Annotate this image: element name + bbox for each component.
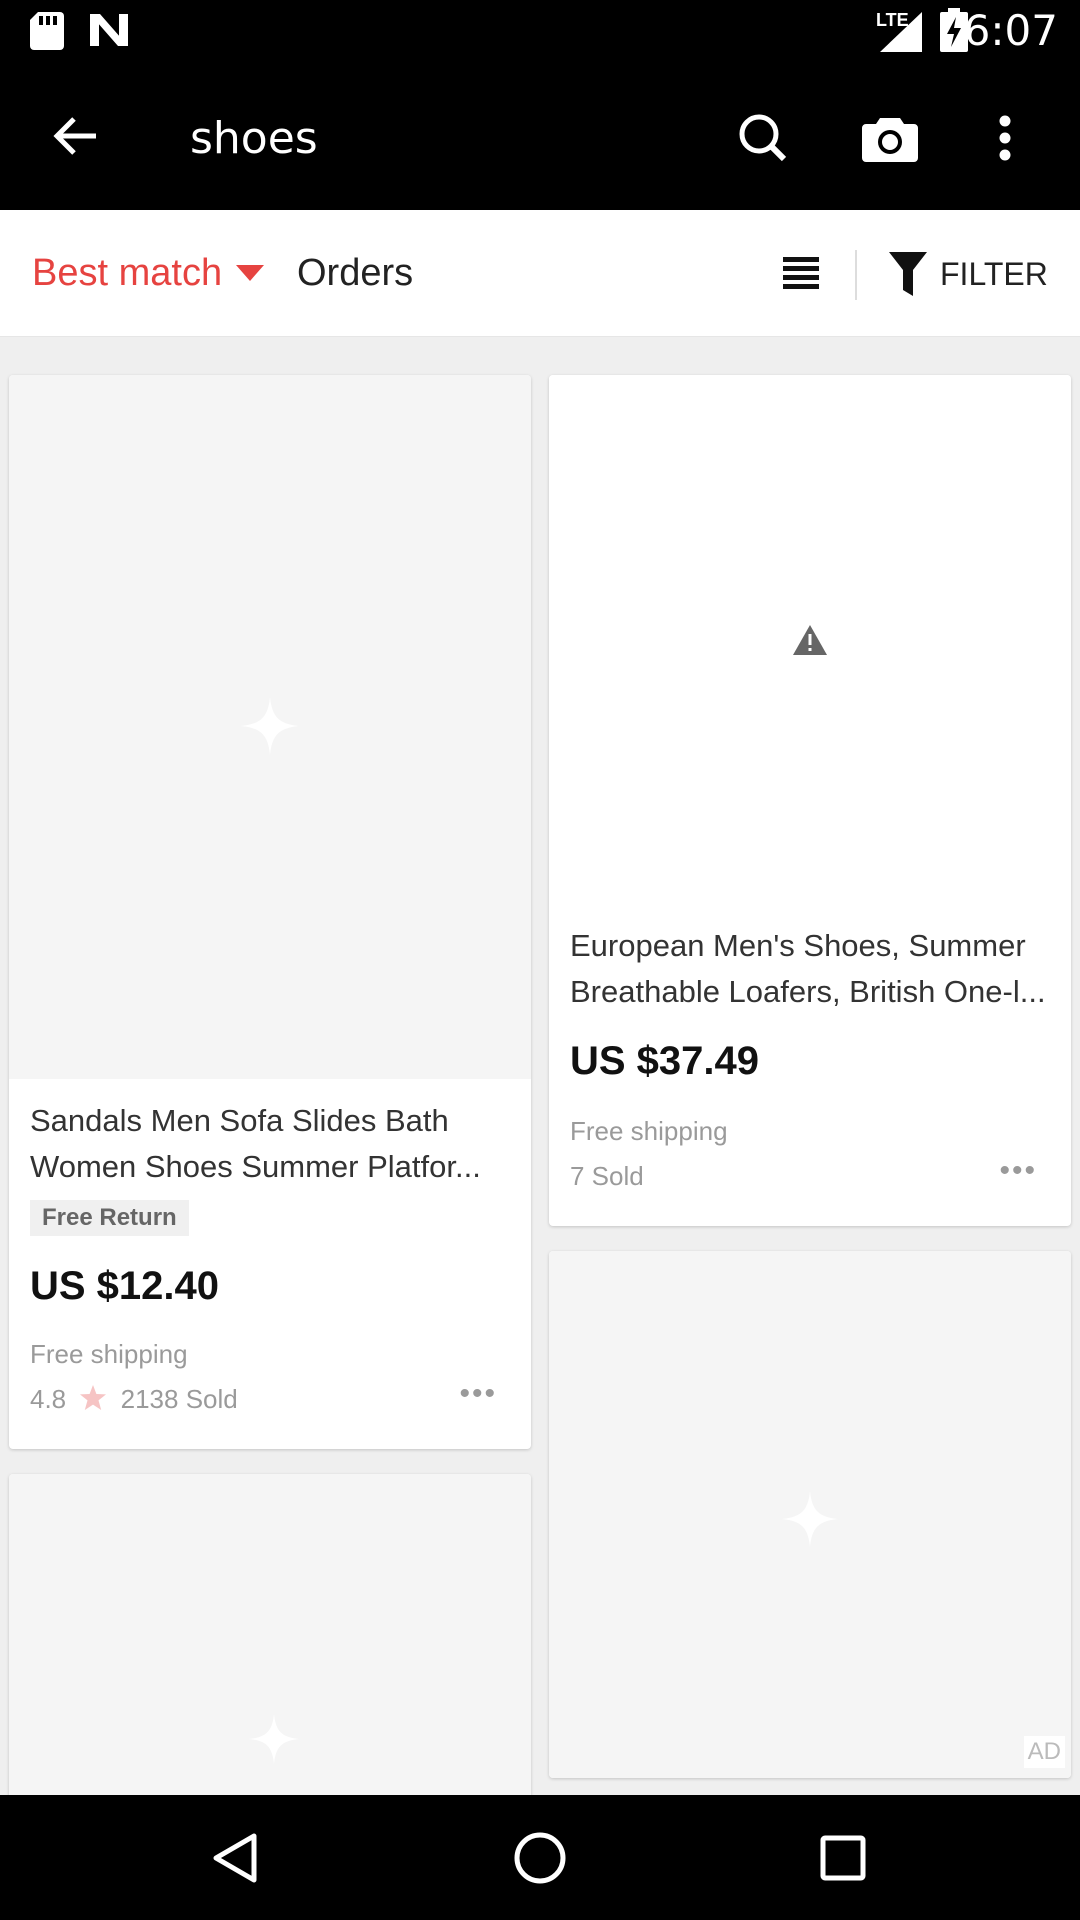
ad-card[interactable]: AD [549,1251,1071,1778]
arrow-back-icon [53,117,96,155]
search-icon [739,114,787,162]
product-price: US $12.40 [30,1264,220,1308]
star-icon [80,1385,107,1410]
back-button[interactable] [40,101,110,171]
divider [855,250,857,300]
ad-badge: AD [1023,1736,1065,1768]
more-vert-icon [999,115,1011,161]
more-options-button[interactable]: ••• [459,1377,497,1411]
sold-count: 7 Sold [570,1161,644,1191]
sort-orders[interactable]: Orders [297,252,413,295]
product-title: Sandals Men Sofa Slides Bath Women Shoes… [30,1103,481,1184]
shipping-info: Free shipping [30,1339,188,1369]
product-card[interactable] [9,1474,531,1814]
product-card[interactable]: European Men's Shoes, Summer Breathable … [549,375,1071,1226]
product-title: European Men's Shoes, Summer Breathable … [570,928,1046,1009]
product-card[interactable]: Sandals Men Sofa Slides Bath Women Shoes… [9,375,531,1449]
system-nav-bar [0,1795,1080,1920]
sparkle-icon [782,1491,838,1547]
nav-home-button[interactable] [505,1823,575,1893]
filter-label[interactable]: FILTER [940,256,1048,293]
list-view-toggle[interactable] [780,250,822,296]
product-price: US $37.49 [570,1039,760,1083]
overflow-menu-button[interactable] [980,103,1030,173]
nav-recents-button[interactable] [808,1825,878,1891]
free-return-badge: Free Return [30,1200,189,1236]
camera-icon [862,118,918,162]
search-query[interactable]: shoes [190,113,318,164]
nav-recents-icon [820,1835,866,1881]
sd-card-icon [30,12,64,50]
product-image-broken [549,375,1071,915]
app-bar: shoes [0,63,1080,210]
sort-filter-bar: Best match Orders FILTER [0,210,1080,337]
nav-home-icon [514,1832,566,1884]
shipping-info: Free shipping [570,1116,728,1146]
product-image-placeholder [9,1474,531,1814]
filter-funnel-icon [889,252,927,296]
sort-best-match[interactable]: Best match [32,252,222,295]
status-bar: LTE 6:07 [0,0,1080,63]
nav-back-button[interactable] [200,1825,270,1891]
signal-icon [880,12,922,52]
rating-value: 4.8 [30,1384,67,1414]
rating-sold-row: 4.8 2138 Sold [30,1384,238,1415]
search-button[interactable] [728,103,798,173]
more-options-button[interactable]: ••• [999,1154,1037,1188]
product-image-placeholder [9,375,531,1079]
view-list-icon [783,257,819,289]
product-image-placeholder [549,1251,1071,1778]
caret-down-icon[interactable] [236,265,264,281]
camera-search-button[interactable] [855,103,925,173]
warning-icon [793,625,827,655]
sparkle-icon [241,697,299,755]
sparkle-icon [249,1714,299,1764]
nav-back-icon [213,1833,257,1883]
sold-count: 2138 Sold [120,1384,238,1414]
clock: 6:07 [963,6,1058,55]
n-logo-icon [90,14,128,46]
